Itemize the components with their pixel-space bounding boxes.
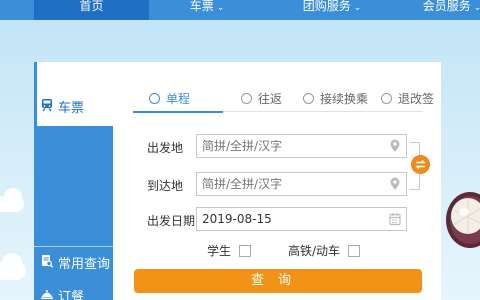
sidebar-divider <box>34 246 113 247</box>
location-pin-icon <box>390 177 400 190</box>
swap-stations-button[interactable] <box>411 155 430 174</box>
chevron-down-icon: ⌄ <box>353 3 362 13</box>
from-label: 出发地 <box>147 141 184 155</box>
trip-type-tabs: 单程 往返 接续换乘 退改签 <box>132 90 434 113</box>
clock-icon <box>149 93 160 104</box>
chevron-down-icon: ⌄ <box>473 3 480 13</box>
tab-label: 退改签 <box>398 92 435 106</box>
hsr-label: 高铁/动车 <box>288 244 341 258</box>
sidebar-active-highlight <box>34 62 113 126</box>
document-search-icon <box>42 255 54 268</box>
search-button-label: 查询 <box>250 273 305 288</box>
student-checkbox[interactable] <box>239 245 252 257</box>
sidebar-item-label: 车票 <box>58 101 85 116</box>
nav-group-label: 团购服务 <box>302 0 351 13</box>
cloud-decoration <box>4 188 22 204</box>
nav-home-label: 首页 <box>79 0 104 13</box>
nav-member-label: 会员服务 <box>422 0 471 13</box>
from-field <box>196 134 407 158</box>
nav-group-service[interactable]: 团购服务 ⌄ <box>292 0 372 20</box>
nav-tickets[interactable]: 车票 ⌄ <box>187 0 227 20</box>
to-label: 到达地 <box>147 179 184 193</box>
mangosteen-decoration <box>446 192 480 248</box>
tab-one-way[interactable]: 单程 <box>132 90 224 113</box>
date-input[interactable] <box>197 208 377 230</box>
location-pin-icon <box>390 139 400 152</box>
round-trip-icon <box>241 93 252 104</box>
tab-refund-change[interactable]: 退改签 <box>381 90 434 112</box>
tab-label: 往返 <box>258 92 283 106</box>
tab-label: 单程 <box>166 92 191 106</box>
cloud-decoration <box>2 253 22 271</box>
refund-icon <box>381 93 392 104</box>
hsr-option: 高铁/动车 <box>288 242 361 259</box>
from-input[interactable] <box>197 135 377 157</box>
nav-home[interactable]: 首页 <box>34 0 149 20</box>
nav-member-service[interactable]: 会员服务 ⌄ <box>412 0 480 20</box>
transfer-icon <box>303 93 314 104</box>
chevron-down-icon: ⌄ <box>216 3 225 13</box>
train-icon <box>42 99 52 112</box>
sidebar: 车票 常用查询 订餐 <box>34 62 113 300</box>
date-field <box>196 207 407 231</box>
tab-transfer[interactable]: 接续换乘 <box>303 90 368 112</box>
to-field <box>196 172 407 196</box>
to-input[interactable] <box>197 173 377 195</box>
tab-round-trip[interactable]: 往返 <box>241 90 282 112</box>
food-cover-icon <box>41 290 53 299</box>
date-label: 出发日期 <box>147 214 196 228</box>
hsr-checkbox[interactable] <box>348 245 361 257</box>
nav-tickets-label: 车票 <box>189 0 214 13</box>
ticket-search-panel: 单程 往返 接续换乘 退改签 出发地 到达地 出发日期 学生 <box>113 62 441 300</box>
sidebar-item-label: 常用查询 <box>58 257 111 272</box>
top-nav: 首页 车票 ⌄ 团购服务 ⌄ 会员服务 ⌄ <box>0 0 480 20</box>
search-button[interactable]: 查询 <box>134 269 422 293</box>
student-label: 学生 <box>207 244 232 258</box>
student-option: 学生 <box>207 242 252 259</box>
sidebar-item-label: 订餐 <box>58 290 85 300</box>
tab-label: 接续换乘 <box>320 92 369 106</box>
calendar-icon[interactable] <box>389 212 401 226</box>
